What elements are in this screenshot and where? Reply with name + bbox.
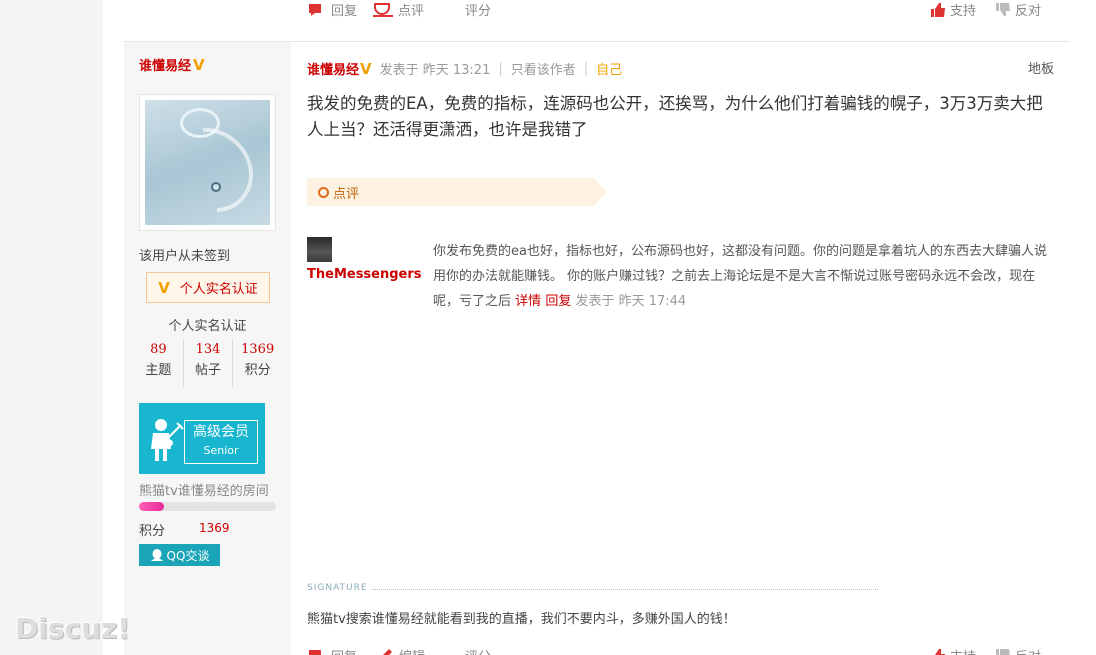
vip-v-icon: V [193, 55, 205, 74]
avatar[interactable] [139, 94, 276, 231]
points-row: 积分 1369 [139, 520, 230, 539]
vip-v-icon: V [158, 278, 170, 297]
guitar-player-icon [151, 419, 184, 461]
oppose-action[interactable]: 反对 [995, 646, 1041, 655]
stat-number: 89 [150, 342, 167, 357]
support-action[interactable]: 支持 [930, 646, 976, 655]
sign-in-status: 该用户从未签到 [139, 249, 231, 264]
live-room-link[interactable]: 熊猫tv谁懂易经的房间 [139, 480, 269, 499]
support-action[interactable]: 支持 [930, 0, 976, 19]
cup-icon [373, 2, 393, 17]
qq-penguin-icon [150, 549, 163, 561]
post-header: 谁懂易经 V 发表于 昨天 13:21 | 只看该作者 | 自己 [307, 59, 623, 79]
edit-action[interactable]: 编辑 [377, 646, 425, 655]
stat-number: 1369 [241, 342, 275, 357]
separator: | [583, 61, 589, 76]
comment-label: 点评 [398, 4, 425, 19]
points-progress-bar [139, 502, 276, 511]
stat-label: 帖子 [195, 363, 222, 378]
oppose-label: 反对 [1015, 646, 1041, 655]
comment-action[interactable]: 点评 [372, 0, 424, 19]
reply-icon [309, 649, 321, 655]
senior-member-badge[interactable]: 高级会员 Senior [139, 403, 265, 474]
signature-text: 熊猫tv搜索谁懂易经就能看到我的直播，我们不要内斗，多赚外国人的钱！ [307, 612, 736, 627]
sidebar-author[interactable]: 谁懂易经 V [139, 55, 205, 75]
circle-icon [318, 186, 329, 198]
verify-text: 个人实名认证 [168, 319, 247, 334]
qq-chat-button[interactable]: QQ交谈 [139, 544, 220, 566]
comment-section-tab[interactable]: 点评 [307, 178, 607, 206]
bottom-action-bar: 回复 编辑 评分 支持 反对 [307, 646, 1057, 655]
stat-label: 主题 [145, 363, 172, 378]
member-level-box: 高级会员 Senior [184, 420, 258, 464]
real-name-verify-button[interactable]: V 个人实名认证 [146, 272, 270, 303]
rate-action[interactable]: 评分 [465, 646, 491, 655]
edit-icon [382, 648, 392, 655]
reply-label: 回复 [331, 4, 358, 19]
comment-details-link[interactable]: 详情 [515, 294, 541, 309]
rate-label: 评分 [465, 4, 492, 19]
qq-button-label: QQ交谈 [166, 548, 210, 563]
oppose-action[interactable]: 反对 [995, 0, 1041, 19]
stat-posts[interactable]: 134 帖子 [184, 339, 234, 387]
commenter-name[interactable]: TheMessengers [307, 267, 422, 282]
points-value: 1369 [199, 521, 230, 535]
vip-v-icon: V [360, 59, 372, 78]
sidebar-author-name: 谁懂易经 [139, 59, 192, 74]
stat-number: 134 [195, 342, 221, 357]
reply-action[interactable]: 回复 [307, 646, 357, 655]
reply-icon [309, 3, 321, 16]
support-label: 支持 [950, 4, 977, 19]
only-author-link[interactable]: 只看该作者 [511, 59, 576, 78]
comment-content: 你发布免费的ea也好，指标也好，公布源码也好，这都没有问题。你的问题是拿着坑人的… [433, 239, 1053, 314]
edit-label: 编辑 [399, 646, 425, 655]
stat-topics[interactable]: 89 主题 [134, 339, 184, 387]
stat-label: 积分 [244, 363, 271, 378]
discuz-watermark: Discuz! [15, 612, 131, 645]
reply-label: 回复 [331, 646, 357, 655]
avatar-image [145, 100, 270, 225]
thumbs-down-icon [996, 648, 1010, 655]
support-label: 支持 [950, 646, 976, 655]
floor-number[interactable]: 地板 [1028, 58, 1054, 77]
commenter-avatar[interactable] [307, 237, 332, 262]
rate-label: 评分 [465, 646, 491, 655]
self-label: 自己 [596, 63, 623, 78]
post-author-name: 谁懂易经 [307, 63, 360, 78]
stat-points[interactable]: 1369 积分 [233, 339, 282, 387]
comment-timestamp: 发表于 昨天 17:44 [575, 294, 687, 309]
points-progress-fill [139, 502, 164, 511]
post-timestamp: 发表于 昨天 13:21 [379, 63, 491, 78]
top-action-bar: 回复 点评 评分 支持 反对 [307, 0, 1057, 20]
oppose-label: 反对 [1015, 4, 1042, 19]
verify-button-label: 个人实名认证 [179, 282, 258, 297]
thumbs-up-icon [931, 648, 945, 655]
reply-action[interactable]: 回复 [307, 0, 357, 19]
signature-divider [372, 589, 878, 590]
separator: | [498, 61, 503, 76]
post-author[interactable]: 谁懂易经 V [307, 59, 372, 79]
user-stats: 89 主题 134 帖子 1369 积分 [134, 339, 282, 387]
comment-reply-link[interactable]: 回复 [545, 294, 571, 309]
comment-tab-label: 点评 [333, 186, 360, 202]
rate-action[interactable]: 评分 [465, 0, 491, 19]
member-level-subtitle: Senior [203, 444, 239, 457]
thumbs-down-icon [996, 2, 1010, 16]
points-label: 积分 [139, 524, 166, 539]
post-content: 我发的免费的EA，免费的指标，连源码也公开，还挨骂，为什么他们打着骗钱的幌子，3… [307, 94, 1043, 139]
thumbs-up-icon [931, 2, 945, 17]
signature-label: SIGNATURE [307, 583, 368, 593]
member-level-title: 高级会员 [193, 424, 249, 440]
